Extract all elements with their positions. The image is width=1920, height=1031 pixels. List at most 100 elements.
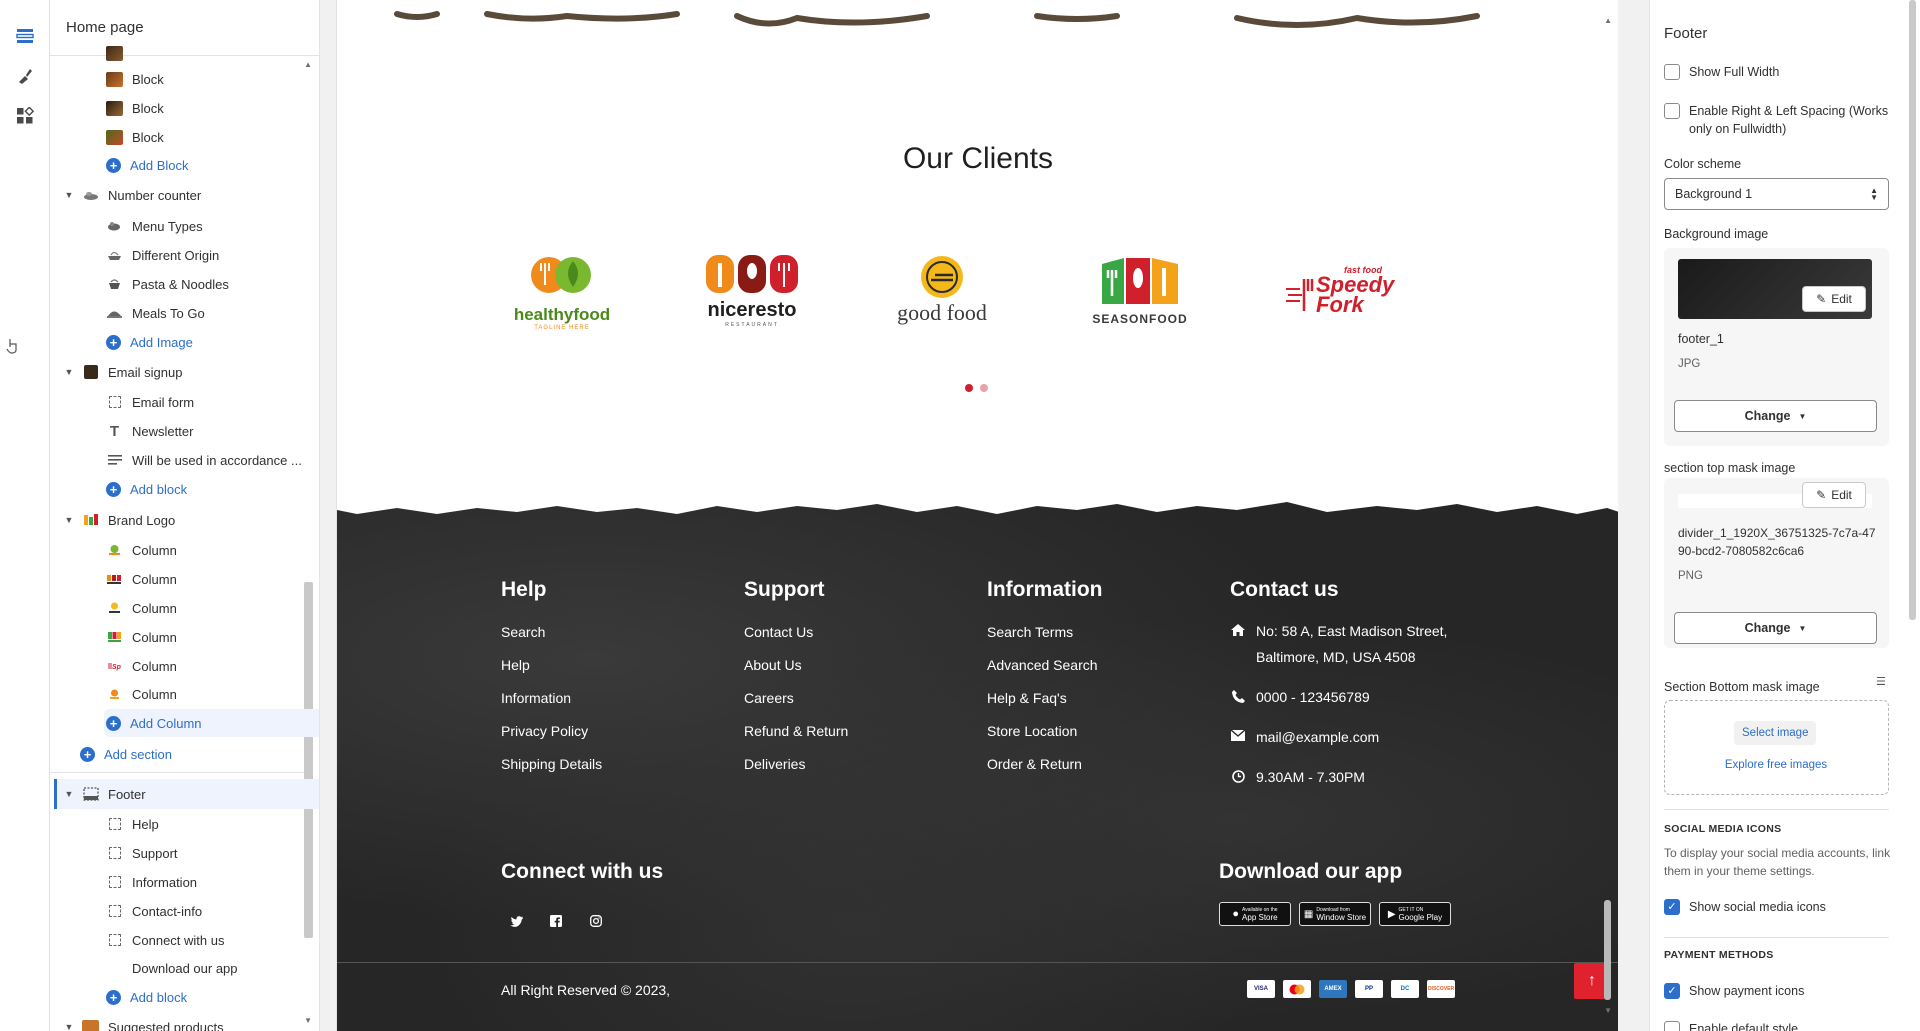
twitter-icon[interactable] xyxy=(507,912,525,930)
tree-item-support[interactable]: Support xyxy=(106,840,178,866)
client-logo-goodfood[interactable]: good food xyxy=(877,245,1007,335)
bottom-mask-dropzone[interactable]: Select image Explore free images xyxy=(1664,700,1889,795)
tree-section-email-signup[interactable]: ▼ Email signup xyxy=(64,359,183,385)
client-logo-speedyfork[interactable]: fast food Speedy Fork xyxy=(1273,245,1413,335)
facebook-icon[interactable] xyxy=(547,912,565,930)
tree-item-column[interactable]: Sp Column xyxy=(106,653,177,679)
tree-item-text[interactable]: Will be used in accordance ... xyxy=(106,447,302,473)
default-style-checkbox[interactable]: Enable default style xyxy=(1664,1020,1798,1031)
explore-images-link[interactable]: Explore free images xyxy=(1665,759,1887,771)
footer-link[interactable]: Privacy Policy xyxy=(501,723,602,739)
spacing-checkbox[interactable]: Enable Right & Left Spacing (Works only … xyxy=(1664,102,1894,138)
chevron-down-icon[interactable]: ▼ xyxy=(64,515,74,525)
chevron-down-icon[interactable]: ▼ xyxy=(64,190,74,200)
tree-item-column[interactable]: Column xyxy=(106,624,177,650)
tree-item-information[interactable]: Information xyxy=(106,869,197,895)
tree-item-column[interactable]: Column xyxy=(106,681,177,707)
checkbox-box[interactable] xyxy=(1664,64,1680,80)
footer-link[interactable]: Order & Return xyxy=(987,756,1103,772)
show-payment-checkbox[interactable]: ✓ Show payment icons xyxy=(1664,982,1804,1000)
footer-link[interactable]: Help xyxy=(501,657,602,673)
database-icon[interactable]: ☰ xyxy=(1876,675,1886,688)
tree-item-pasta-noodles[interactable]: Pasta & Noodles xyxy=(106,271,229,297)
checkbox-checked-icon[interactable]: ✓ xyxy=(1664,983,1680,999)
footer-link[interactable]: Search xyxy=(501,624,602,640)
settings-scrollbar-thumb[interactable] xyxy=(1909,0,1916,620)
tree-item-column[interactable]: Column xyxy=(106,566,177,592)
carousel-dot[interactable] xyxy=(980,384,988,392)
tree-item-block[interactable]: Block xyxy=(106,124,164,150)
tree-item-different-origin[interactable]: Different Origin xyxy=(106,242,219,268)
preview-scroll-down-icon[interactable]: ▼ xyxy=(1604,1006,1612,1015)
add-column-button[interactable]: + Add Column xyxy=(106,710,202,736)
footer-link[interactable]: Information xyxy=(501,690,602,706)
chevron-down-icon[interactable]: ▼ xyxy=(64,367,74,377)
tree-item-help[interactable]: Help xyxy=(106,811,159,837)
top-mask-card: ✎ Edit divider_1_1920X_36751325-7c7a-4790… xyxy=(1664,478,1889,648)
client-logo-healthyfood[interactable]: healthyfood TAGLINE HERE xyxy=(497,245,627,335)
add-section-button[interactable]: + Add section xyxy=(80,741,172,767)
tree-section-brand-logo[interactable]: ▼ Brand Logo xyxy=(64,507,176,533)
theme-settings-icon[interactable] xyxy=(13,64,37,88)
footer-link[interactable]: About Us xyxy=(744,657,848,673)
block-frame-icon xyxy=(106,395,123,410)
tree-item-contact-info[interactable]: Contact-info xyxy=(106,898,202,924)
instagram-icon[interactable] xyxy=(587,912,605,930)
edit-top-mask-button[interactable]: ✎ Edit xyxy=(1802,482,1866,508)
tree-section-number-counter[interactable]: ▼ Number counter xyxy=(64,182,202,208)
footer-link[interactable]: Help & Faq's xyxy=(987,690,1103,706)
google-play-button[interactable]: ▶ GET IT ON Google Play xyxy=(1379,902,1451,926)
add-block-button[interactable]: + Add Block xyxy=(106,152,189,178)
color-scheme-select[interactable]: Background 1 ▲ ▼ xyxy=(1664,178,1889,210)
chevron-down-icon[interactable]: ▼ xyxy=(64,789,74,799)
tree-item-menu-types[interactable]: Menu Types xyxy=(106,213,203,239)
add-block-button[interactable]: + Add block xyxy=(106,476,187,502)
tree-item-email-form[interactable]: Email form xyxy=(106,389,194,415)
checkbox-checked-icon[interactable]: ✓ xyxy=(1664,899,1680,915)
client-logo-seasonfood[interactable]: SEASONFOOD xyxy=(1075,245,1205,335)
logo-text: good food xyxy=(897,300,987,325)
carousel-dot-active[interactable] xyxy=(965,384,973,392)
tree-item-newsletter[interactable]: T Newsletter xyxy=(106,418,194,444)
footer-link[interactable]: Contact Us xyxy=(744,624,848,640)
select-image-button[interactable]: Select image xyxy=(1734,721,1817,745)
chevron-down-icon[interactable]: ▼ xyxy=(64,1022,74,1031)
tree-item-connect[interactable]: Connect with us xyxy=(106,927,225,953)
preview-scroll-up-icon[interactable]: ▲ xyxy=(1604,16,1612,25)
footer-link[interactable]: Refund & Return xyxy=(744,723,848,739)
change-bg-image-button[interactable]: Change ▼ xyxy=(1674,400,1877,432)
edit-bg-image-button[interactable]: ✎ Edit xyxy=(1802,286,1866,312)
preview-scrollbar-thumb[interactable] xyxy=(1604,900,1611,1000)
footer-link[interactable]: Careers xyxy=(744,690,848,706)
client-logo-niceresto[interactable]: niceresto RESTAURANT xyxy=(687,245,817,335)
tree-item-block[interactable]: Block xyxy=(106,66,164,92)
app-store-button[interactable]: ● Available on the App Store xyxy=(1219,902,1291,926)
tree-section-footer[interactable]: ▼ Footer xyxy=(64,781,146,807)
footer-link[interactable]: Shipping Details xyxy=(501,756,602,772)
footer-link[interactable]: Deliveries xyxy=(744,756,848,772)
tree-item-meals-to-go[interactable]: Meals To Go xyxy=(106,300,205,326)
footer-link[interactable]: Advanced Search xyxy=(987,657,1103,673)
apps-icon[interactable] xyxy=(13,104,37,128)
tree-item-block[interactable]: Block xyxy=(106,95,164,121)
scroll-down-icon[interactable]: ▼ xyxy=(304,1016,312,1025)
window-store-button[interactable]: ▦ Download from Window Store xyxy=(1299,902,1371,926)
footer-link[interactable]: Store Location xyxy=(987,723,1103,739)
scroll-up-icon[interactable]: ▲ xyxy=(304,60,312,69)
tree-item-column[interactable]: Column xyxy=(106,595,177,621)
tree-item-download[interactable]: Download our app xyxy=(106,955,238,981)
footer-link[interactable]: Search Terms xyxy=(987,624,1103,640)
show-full-width-checkbox[interactable]: Show Full Width xyxy=(1664,63,1779,81)
sections-icon[interactable] xyxy=(13,24,37,48)
show-social-checkbox[interactable]: ✓ Show social media icons xyxy=(1664,898,1826,916)
tree-item-block[interactable] xyxy=(106,40,132,66)
checkbox-box[interactable] xyxy=(1664,103,1680,119)
add-image-button[interactable]: + Add Image xyxy=(106,329,193,355)
tree-section-suggested[interactable]: ▼ Suggested products xyxy=(64,1014,224,1031)
email-link[interactable]: mail@example.com xyxy=(1256,724,1379,750)
checkbox-box[interactable] xyxy=(1664,1021,1680,1031)
add-block-button[interactable]: + Add block xyxy=(106,984,187,1010)
tree-item-column[interactable]: Column xyxy=(106,537,177,563)
tree-scrollbar-thumb[interactable] xyxy=(304,582,313,938)
change-top-mask-button[interactable]: Change ▼ xyxy=(1674,612,1877,644)
